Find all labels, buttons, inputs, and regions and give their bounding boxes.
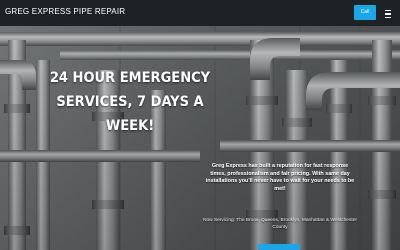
site-header: GREG EXPRESS PIPE REPAIR Call xyxy=(0,0,400,26)
hero-tagline: Greg Express has built a reputation for … xyxy=(205,163,355,192)
site-logo-text[interactable]: GREG EXPRESS PIPE REPAIR xyxy=(5,7,125,16)
cta-button[interactable] xyxy=(258,244,300,250)
hamburger-menu-icon[interactable] xyxy=(382,6,394,20)
service-areas-text: Now Servicing: The Bronx, Queens, Brookl… xyxy=(203,218,357,230)
hero-heading: 24 HOUR EMERGENCY SERVICES, 7 DAYS A WEE… xyxy=(49,70,211,134)
page: GREG EXPRESS PIPE REPAIR Call 24 HOUR EM… xyxy=(0,0,400,250)
call-button[interactable]: Call xyxy=(354,5,376,20)
